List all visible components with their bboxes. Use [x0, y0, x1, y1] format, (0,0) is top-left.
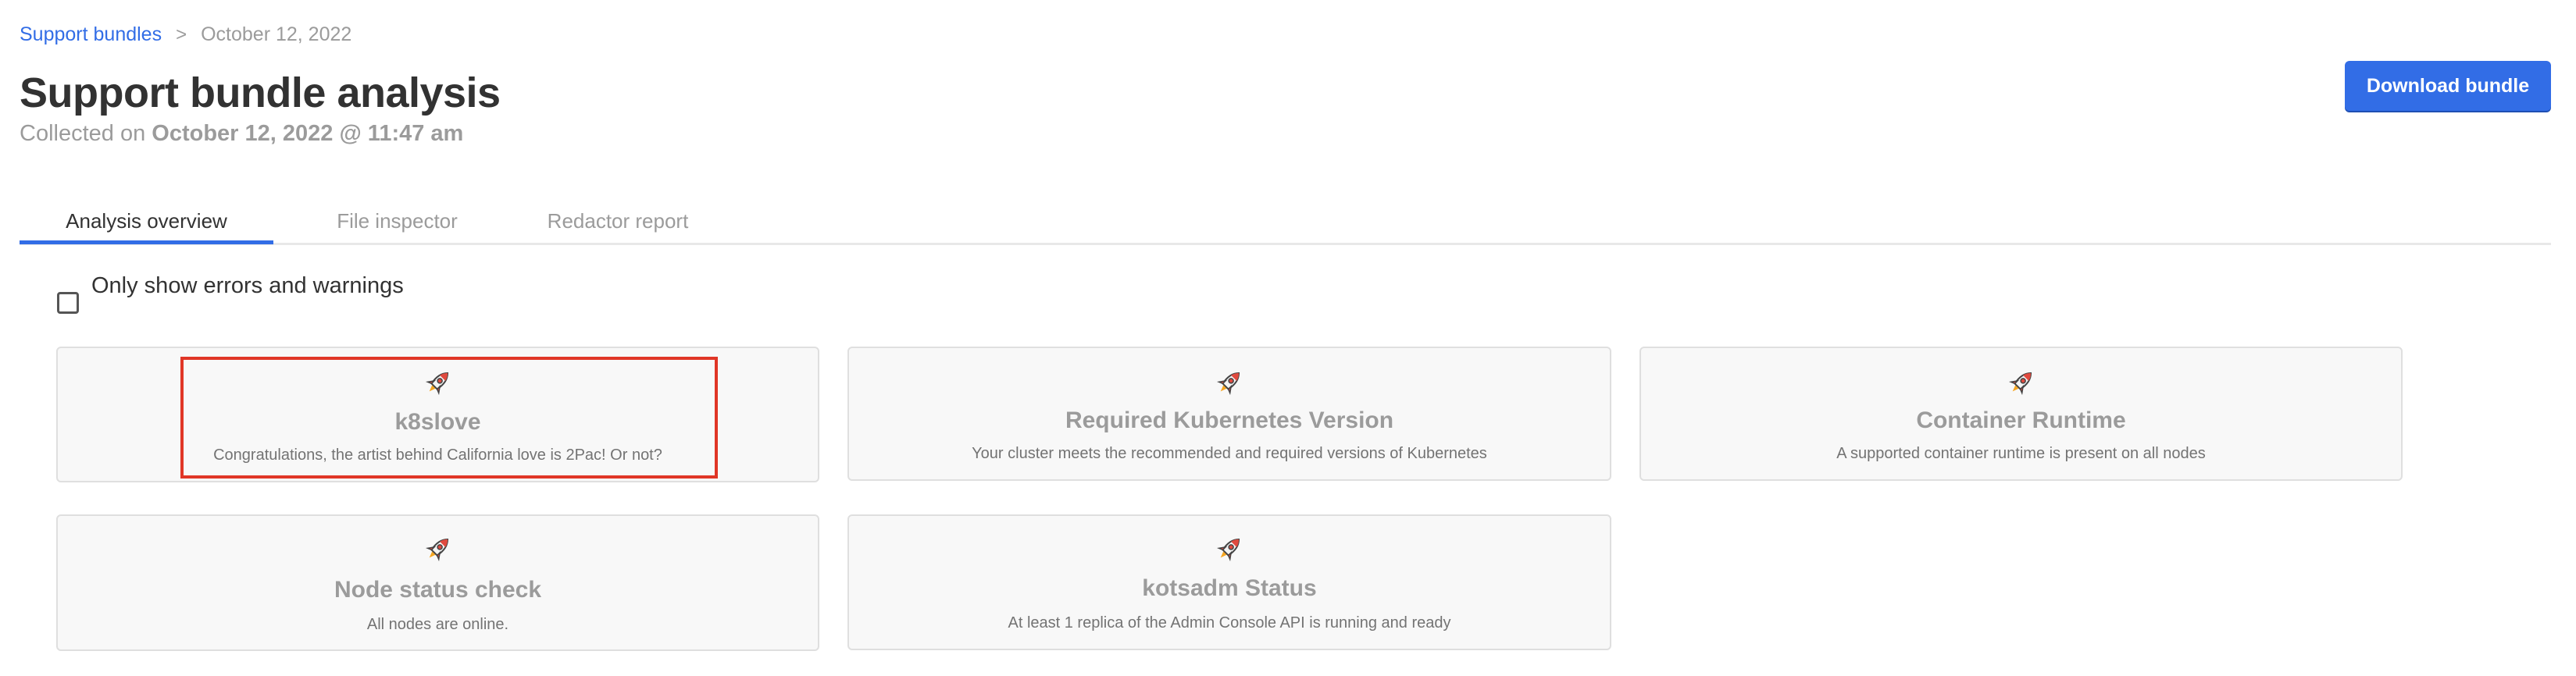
- rocket-icon: [1216, 538, 1240, 562]
- card-title: Node status check: [334, 577, 542, 603]
- card-description: All nodes are online.: [366, 616, 509, 633]
- card-description: A supported container runtime is present…: [1836, 445, 2206, 462]
- errors-warnings-label[interactable]: Only show errors and warnings: [91, 273, 404, 299]
- analysis-card-kotsadm-status[interactable]: kotsadm Status At least 1 replica of the…: [847, 514, 1611, 650]
- download-bundle-button[interactable]: Download bundle: [2345, 61, 2551, 111]
- errors-warnings-checkbox[interactable]: [57, 292, 79, 314]
- collected-on-text: Collected on October 12, 2022 @ 11:47 am: [20, 121, 463, 147]
- tab-redactor-report[interactable]: Redactor report: [521, 209, 715, 245]
- card-title: k8slove: [394, 409, 481, 435]
- card-description: Congratulations, the artist behind Calif…: [213, 447, 662, 464]
- page-title: Support bundle analysis: [20, 69, 501, 116]
- analysis-card-container-runtime[interactable]: Container Runtime A supported container …: [1639, 347, 2403, 481]
- rocket-icon: [1216, 372, 1240, 396]
- collected-date: October 12, 2022 @ 11:47 am: [152, 121, 464, 146]
- rocket-icon: [425, 372, 448, 396]
- breadcrumb-support-bundles-link[interactable]: Support bundles: [20, 23, 162, 46]
- card-description: At least 1 replica of the Admin Console …: [1008, 614, 1451, 632]
- rocket-icon: [425, 538, 448, 562]
- support-bundle-page: Support bundles > October 12, 2022 Suppo…: [0, 0, 2576, 676]
- breadcrumb-current: October 12, 2022: [201, 23, 352, 45]
- collected-prefix: Collected on: [20, 121, 146, 146]
- card-description: Your cluster meets the recommended and r…: [972, 445, 1487, 462]
- errors-warnings-filter: Only show errors and warnings: [57, 273, 404, 314]
- analysis-card-node-status-check[interactable]: Node status check All nodes are online.: [56, 514, 819, 651]
- breadcrumb: Support bundles > October 12, 2022: [20, 23, 351, 46]
- card-title: Container Runtime: [1916, 407, 2126, 433]
- breadcrumb-separator: >: [176, 23, 187, 45]
- tab-bar: Analysis overview File inspector Redacto…: [20, 198, 2551, 245]
- active-tab-indicator: [20, 240, 273, 244]
- card-title: kotsadm Status: [1142, 575, 1317, 601]
- analysis-card-required-kubernetes-version[interactable]: Required Kubernetes Version Your cluster…: [847, 347, 1611, 481]
- tab-file-inspector[interactable]: File inspector: [273, 209, 521, 245]
- rocket-icon: [2008, 372, 2032, 396]
- card-title: Required Kubernetes Version: [1065, 407, 1394, 433]
- analysis-card-k8slove[interactable]: k8slove Congratulations, the artist behi…: [56, 347, 819, 482]
